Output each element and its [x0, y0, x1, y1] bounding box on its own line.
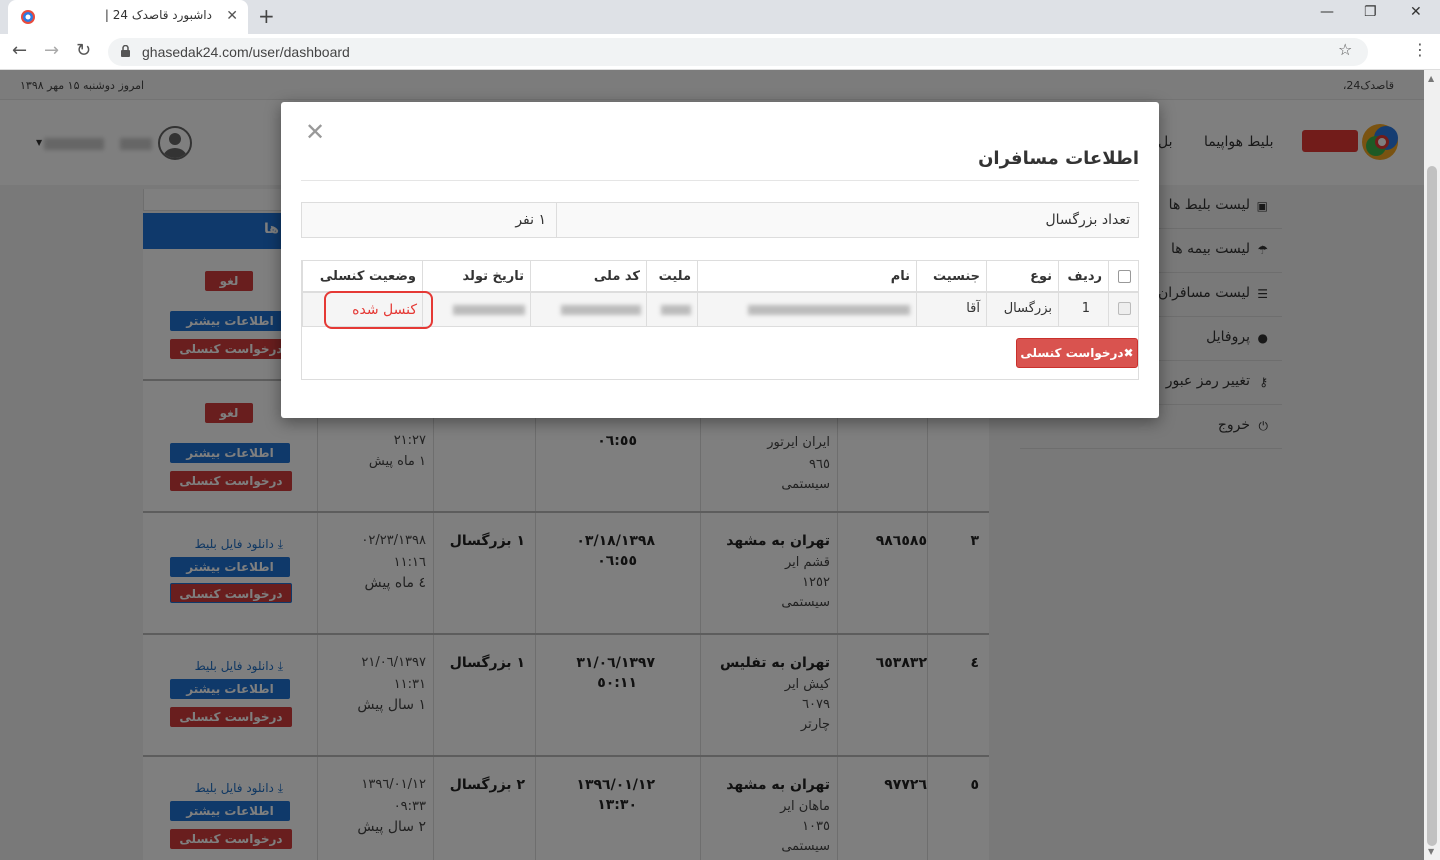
name-blurred — [748, 305, 910, 315]
cell-text: بزرگسال — [1003, 301, 1052, 316]
modal-title: اطلاعات مسافران — [978, 148, 1139, 169]
cell-text: 1 — [1081, 301, 1090, 316]
header-birth-date: تاریخ تولد — [422, 261, 530, 291]
divider — [556, 203, 557, 237]
minimize-icon[interactable]: — — [1320, 4, 1334, 20]
birth-date-blurred — [453, 305, 525, 315]
address-bar[interactable]: ghasedak24.com/user/dashboard — [108, 38, 1368, 66]
adult-count-box: تعداد بزرگسال ۱ نفر — [301, 202, 1139, 238]
url-text: ghasedak24.com/user/dashboard — [142, 44, 350, 60]
new-tab-icon[interactable]: + — [258, 4, 275, 28]
browser-tab[interactable]: داشبورد قاصدک 24 | ✕ — [8, 0, 248, 34]
cell-type: بزرگسال — [986, 293, 1058, 326]
back-icon[interactable]: ← — [12, 40, 27, 61]
header-type: نوع — [986, 261, 1058, 291]
cell-text: آقا — [966, 301, 980, 316]
passenger-info-modal: ✕ اطلاعات مسافران تعداد بزرگسال ۱ نفر رد… — [281, 102, 1159, 418]
table-header: ردیف نوع جنسیت نام ملیت کد ملی تاریخ تول… — [302, 261, 1138, 293]
passengers-table: ردیف نوع جنسیت نام ملیت کد ملی تاریخ تول… — [301, 260, 1139, 380]
browser-tab-bar: داشبورد قاصدک 24 | ✕ + — ❐ ✕ — [0, 0, 1440, 34]
header-checkbox-cell — [1108, 261, 1138, 291]
forward-icon[interactable]: → — [44, 40, 59, 61]
bookmark-star-icon[interactable]: ☆ — [1338, 40, 1352, 59]
scrollbar-thumb[interactable] — [1427, 166, 1437, 846]
header-label: نوع — [1030, 269, 1052, 284]
header-national-code: کد ملی — [530, 261, 646, 291]
cancel-status-highlight: کنسل شده — [324, 291, 433, 329]
header-label: تاریخ تولد — [462, 269, 524, 284]
restore-icon[interactable]: ❐ — [1364, 4, 1377, 20]
adult-count-label: تعداد بزرگسال — [1045, 212, 1130, 228]
scroll-up-icon[interactable]: ▲ — [1428, 74, 1434, 83]
header-label: ملیت — [658, 269, 691, 284]
header-label: جنسیت — [933, 269, 980, 284]
site-favicon-icon — [21, 10, 35, 24]
cell-birth-date — [422, 293, 530, 326]
lock-icon — [121, 45, 130, 57]
adult-count-value: ۱ نفر — [515, 212, 546, 228]
tab-title: داشبورد قاصدک 24 | — [104, 8, 212, 22]
header-gender: جنسیت — [916, 261, 986, 291]
header-label: وضعیت کنسلی — [319, 269, 416, 284]
divider — [301, 180, 1139, 181]
cancel-request-button[interactable]: ✖درخواست کنسلی — [1016, 338, 1138, 368]
cell-name — [697, 293, 916, 326]
row-checkbox[interactable] — [1118, 302, 1131, 315]
header-cancel-status: وضعیت کنسلی — [302, 261, 422, 291]
header-label: نام — [890, 269, 910, 284]
header-label: کد ملی — [593, 269, 640, 284]
browser-menu-icon[interactable]: ⋮ — [1412, 40, 1428, 59]
header-label: ردیف — [1067, 269, 1102, 284]
window-close-icon[interactable]: ✕ — [1410, 4, 1422, 20]
select-all-checkbox[interactable] — [1118, 270, 1131, 283]
tab-close-icon[interactable]: ✕ — [226, 8, 238, 24]
header-name: نام — [697, 261, 916, 291]
cell-row: 1 — [1058, 293, 1108, 326]
nationality-blurred — [661, 305, 691, 315]
row-checkbox-cell — [1108, 293, 1138, 326]
cell-nationality — [646, 293, 697, 326]
cell-gender: آقا — [916, 293, 986, 326]
browser-toolbar: ← → ↻ ghasedak24.com/user/dashboard ☆ ⋮ — [0, 34, 1440, 70]
header-row: ردیف — [1058, 261, 1108, 291]
cancel-status-text: کنسل شده — [352, 302, 417, 318]
page-scrollbar[interactable]: ▲ ▼ — [1424, 70, 1440, 860]
header-nationality: ملیت — [646, 261, 697, 291]
cell-national-code — [530, 293, 646, 326]
scroll-down-icon[interactable]: ▼ — [1428, 847, 1434, 856]
reload-icon[interactable]: ↻ — [76, 40, 91, 61]
national-code-blurred — [561, 305, 641, 315]
close-icon[interactable]: ✕ — [305, 118, 325, 146]
